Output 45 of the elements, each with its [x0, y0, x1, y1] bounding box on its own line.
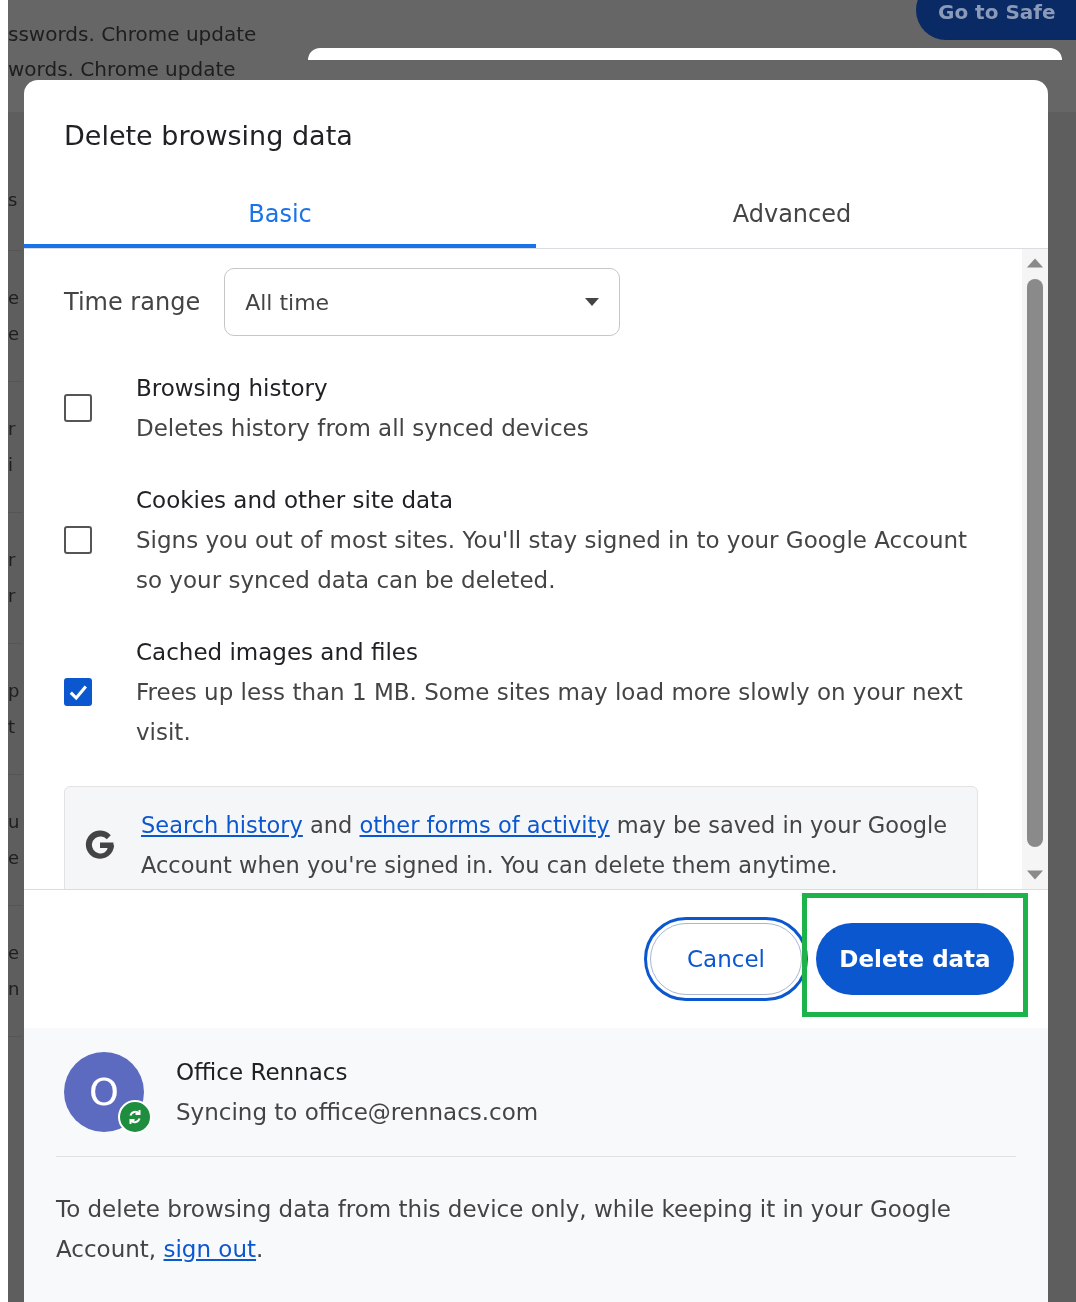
background-text: p [8, 679, 21, 703]
delete-button[interactable]: Delete data [816, 923, 1014, 995]
tab[interactable]: Basic [24, 175, 536, 248]
background-text: e [8, 286, 21, 310]
background-text: s [8, 188, 19, 212]
field-label: Time range [64, 288, 201, 316]
background-text: words. Chrome update [8, 57, 236, 81]
dialog-title: Delete browsing data [63, 119, 354, 153]
google-logo-icon [83, 828, 117, 862]
scroll-down-icon[interactable] [1026, 869, 1044, 881]
checkbox[interactable] [64, 394, 92, 422]
background-text: sswords. Chrome update [8, 22, 257, 46]
link[interactable]: other forms of activity [359, 812, 610, 838]
option-title: Browsing history [136, 374, 329, 403]
footer-text: To delete browsing data from this device only, while keeping it in your Google Account, sign out. [56, 1195, 952, 1264]
background-text: t [8, 715, 17, 739]
background-text: e [8, 941, 21, 965]
sync-status: Syncing to office@rennacs.com [176, 1098, 539, 1127]
avatar-initial: O [89, 1070, 119, 1114]
checkbox[interactable] [64, 678, 92, 706]
option-description: Frees up less than 1 MB. Some sites may load more slowly on your next visit. [136, 678, 964, 747]
checkbox[interactable] [64, 526, 92, 554]
option-title: Cookies and other site data [136, 486, 455, 515]
time-range-dropdown[interactable]: All time [224, 268, 621, 336]
background-text: r [8, 548, 17, 572]
scroll-up-icon[interactable] [1026, 257, 1044, 269]
background-text: r [8, 584, 17, 608]
option-title: Cached images and files [136, 638, 419, 667]
tab[interactable]: Advanced [536, 175, 1048, 248]
background-text: e [8, 846, 21, 870]
background-text: r [8, 417, 17, 441]
background-text: e [8, 322, 21, 346]
scroll-thumb[interactable] [1027, 279, 1043, 847]
account-name: Office Rennacs [176, 1058, 349, 1087]
background-text: u [8, 810, 21, 834]
caret-icon [585, 298, 600, 306]
sync-icon [118, 1100, 152, 1134]
scrollbar[interactable] [1022, 249, 1048, 889]
option-description: Deletes history from all synced devices [136, 414, 590, 443]
option-description: Signs you out of most sites. You'll stay signed in to your Google Account so your synced data can be deleted. [136, 526, 969, 595]
background-text: i [8, 453, 14, 477]
link[interactable]: Search history [141, 812, 303, 838]
link[interactable]: sign out [163, 1236, 257, 1262]
notice-text: Search history and other forms of activity may be saved in your Google Account when you're signed in. You can delete them anytime. [141, 811, 949, 880]
background-text: n [8, 977, 21, 1001]
